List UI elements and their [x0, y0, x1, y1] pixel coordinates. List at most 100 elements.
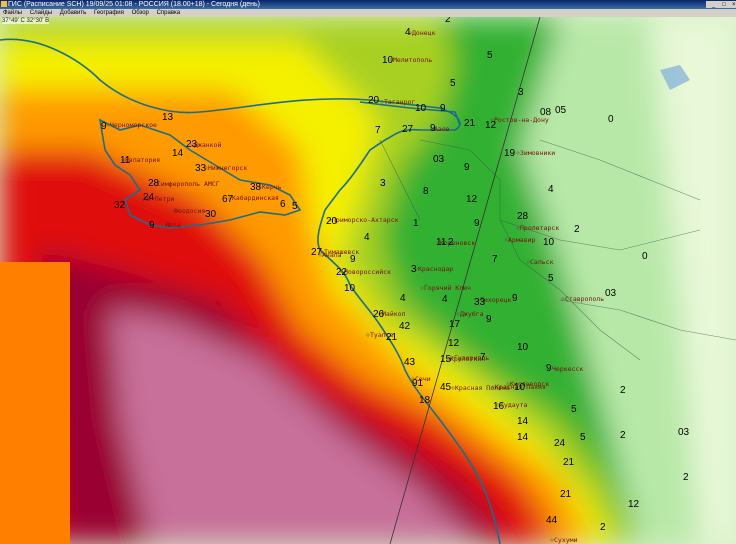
- station-value: 7: [480, 352, 486, 363]
- city-label: Армавир: [508, 236, 535, 244]
- station-value: 2: [448, 237, 454, 248]
- station-value: 10: [415, 103, 427, 114]
- station-value: 7: [375, 125, 381, 136]
- station-value: 28: [517, 211, 529, 222]
- station-value: 4: [364, 232, 370, 243]
- station-value: 05: [555, 105, 567, 116]
- station-value: 9: [464, 162, 470, 173]
- station-value: 17: [449, 319, 461, 330]
- station-value: 21: [560, 489, 572, 500]
- station-value: 9: [350, 254, 356, 265]
- station-value: 2: [683, 472, 689, 483]
- station-value: 2: [620, 385, 626, 396]
- city-label: Новороссийск: [344, 268, 391, 276]
- station-value: 16: [493, 401, 505, 412]
- menu-geography[interactable]: География: [94, 10, 124, 16]
- station-value: 5: [450, 78, 456, 89]
- station-value: 38: [250, 182, 262, 193]
- station-value: 21: [563, 457, 575, 468]
- station-value: 45: [440, 382, 452, 393]
- station-value: 5: [580, 432, 586, 443]
- menu-files[interactable]: Файлы: [3, 10, 22, 16]
- station-value: 8: [423, 186, 429, 197]
- station-value: 4: [548, 184, 554, 195]
- station-value: 03: [605, 288, 617, 299]
- station-value: 12: [466, 194, 478, 205]
- city-label: Анапа: [322, 251, 342, 259]
- station-value: 9: [101, 121, 107, 132]
- station-value: 11: [436, 237, 447, 248]
- station-value: 10: [344, 283, 356, 294]
- menu-add[interactable]: Добавить: [60, 10, 87, 16]
- forecast-map[interactable]: Донецк Мелитополь Таганрог Азов Ростов-на-До…: [0, 17, 736, 544]
- station-value: 7: [492, 254, 498, 265]
- station-value: 24: [143, 192, 155, 203]
- station-value: 14: [517, 416, 529, 427]
- menu-view[interactable]: Обзор: [132, 10, 149, 16]
- station-value: 9: [512, 293, 518, 304]
- city-label: Симферополь АМСГ: [157, 180, 220, 188]
- city-label: Майкоп: [382, 310, 406, 318]
- station-value: 43: [404, 357, 416, 368]
- station-value: 91: [412, 378, 424, 389]
- station-value: 08: [540, 107, 552, 118]
- station-value: 42: [399, 321, 411, 332]
- station-value: 9: [149, 220, 155, 231]
- station-value: 23: [186, 139, 198, 150]
- station-value: 6: [280, 199, 286, 210]
- station-value: 3: [518, 87, 524, 98]
- panel-overlay: [0, 262, 70, 544]
- station-value: 32: [114, 200, 126, 211]
- city-label: Пролетарск: [520, 224, 559, 232]
- city-label: Керчь: [262, 183, 282, 191]
- station-value: 15: [440, 354, 452, 365]
- station-value: 3: [411, 264, 417, 275]
- title-bar: ГИС (Расписание SCH) 19/09/25 01:08 - РО…: [0, 0, 736, 9]
- station-value: 4: [400, 293, 406, 304]
- station-value: 12: [485, 120, 497, 131]
- station-value: 21: [464, 118, 476, 129]
- station-value: 2: [574, 224, 580, 235]
- city-label: Ставрополь: [565, 295, 604, 303]
- station-value: 2: [600, 522, 606, 533]
- station-value: 14: [517, 432, 529, 443]
- app-icon: [1, 1, 7, 7]
- station-value: 30: [205, 209, 217, 220]
- city-label: Донецк: [412, 29, 436, 37]
- close-button[interactable]: ×: [726, 1, 736, 8]
- station-value: 10: [382, 55, 394, 66]
- menu-bar: Файлы Слайды Добавить География Обзор Сп…: [0, 9, 736, 17]
- city-label: Зимовники: [520, 149, 555, 157]
- station-value: 9: [474, 218, 480, 229]
- menu-help[interactable]: Справка: [157, 10, 181, 16]
- station-value: 10: [543, 237, 555, 248]
- station-value: 12: [448, 338, 460, 349]
- station-value: 28: [148, 178, 160, 189]
- city-label: Феодосия: [174, 207, 205, 215]
- station-value: 26: [373, 309, 385, 320]
- station-value: 19: [504, 148, 516, 159]
- city-label: Таганрог: [384, 98, 415, 106]
- station-value: 33: [474, 297, 486, 308]
- station-value: 03: [678, 427, 690, 438]
- city-label: Ялта: [165, 221, 181, 229]
- coordinate-readout: 37°49' С 32°30' В: [2, 18, 50, 24]
- station-value: 12: [628, 499, 640, 510]
- station-value: 27: [311, 247, 323, 258]
- station-value: 22: [336, 267, 348, 278]
- city-label: Черкесск: [552, 365, 583, 373]
- station-value: 18: [419, 395, 431, 406]
- city-label: Сальск: [530, 258, 554, 266]
- station-value: 0: [642, 251, 648, 262]
- station-value: 03: [433, 154, 445, 165]
- station-value: 9: [546, 363, 552, 374]
- station-value: 33: [195, 163, 207, 174]
- station-value: 10: [514, 382, 526, 393]
- station-value: 1: [413, 218, 419, 229]
- menu-slides[interactable]: Слайды: [30, 10, 52, 16]
- station-value: 5: [292, 201, 298, 212]
- city-label: Джубга: [460, 310, 484, 318]
- station-value: 67: [222, 194, 234, 205]
- city-label: Азов: [434, 125, 450, 133]
- station-value: 3: [380, 178, 386, 189]
